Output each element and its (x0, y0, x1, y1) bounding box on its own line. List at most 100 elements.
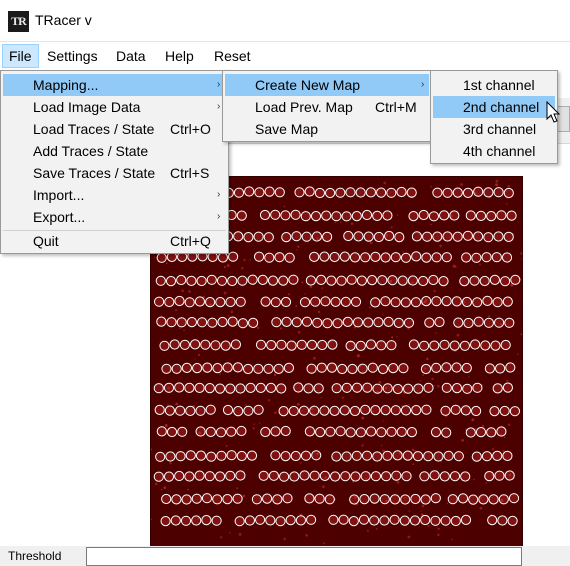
detected-spot (510, 274, 521, 285)
detected-spot (248, 317, 259, 328)
menu-item-3rd-channel[interactable]: 3rd channel (433, 118, 555, 140)
detected-spot (253, 363, 264, 374)
background-speckle (361, 416, 365, 420)
background-speckle (256, 326, 260, 330)
detected-spot (226, 426, 237, 437)
background-speckle (188, 290, 191, 293)
detected-spot (301, 316, 313, 327)
detected-spot (497, 515, 508, 526)
detected-spot (451, 383, 463, 394)
detected-spot (386, 426, 397, 437)
detected-spot (355, 187, 366, 198)
menu-item-add-traces[interactable]: Add Traces / State (3, 140, 226, 162)
detected-spot (331, 451, 342, 462)
detected-spot (508, 493, 520, 504)
detected-spot (281, 232, 292, 243)
menu-item-load-traces[interactable]: Load Traces / State Ctrl+O (3, 118, 226, 140)
threshold-input[interactable] (86, 547, 522, 566)
detected-spot (329, 405, 340, 416)
detected-spot (237, 318, 249, 329)
detected-spot (192, 363, 203, 374)
detected-spot (465, 210, 476, 221)
detected-spot (300, 450, 312, 461)
detected-spot (421, 252, 432, 263)
menu-item-export[interactable]: Export... › (3, 206, 226, 228)
detected-spot (315, 427, 326, 438)
menu-item-label: 3rd channel (463, 121, 537, 137)
detected-spot (191, 515, 202, 526)
background-speckle (361, 444, 364, 447)
detected-spot (504, 470, 515, 481)
menu-item-create-new-map[interactable]: Create New Map › (225, 74, 429, 96)
background-speckle (436, 384, 440, 388)
detected-spot (166, 317, 177, 328)
menu-item-1st-channel[interactable]: 1st channel (433, 74, 555, 96)
background-speckle (187, 488, 189, 491)
detected-spot (346, 274, 357, 285)
detected-spot (153, 383, 164, 394)
detected-spot (495, 363, 506, 374)
detected-spot (504, 317, 515, 328)
menu-item-load-image-data[interactable]: Load Image Data › (3, 96, 226, 118)
detected-spot (196, 275, 207, 287)
detected-spot (441, 252, 452, 263)
detected-spot (433, 451, 444, 462)
menu-item-quit[interactable]: Quit Ctrl+Q (3, 230, 226, 252)
detected-spot (473, 186, 484, 197)
menu-item-save-map[interactable]: Save Map (225, 118, 429, 140)
background-speckle (151, 518, 152, 521)
detected-spot (272, 494, 283, 505)
detected-spot (309, 405, 320, 416)
menu-data[interactable]: Data (110, 44, 152, 68)
menu-file[interactable]: File (2, 44, 39, 68)
background-speckle (279, 327, 282, 330)
menu-item-save-traces[interactable]: Save Traces / State Ctrl+S (3, 162, 226, 184)
detected-spot (440, 515, 451, 526)
menu-item-2nd-channel[interactable]: 2nd channel (433, 96, 555, 118)
detected-spot (255, 382, 266, 393)
detected-spot (255, 339, 267, 350)
background-speckle (369, 306, 371, 309)
detected-spot (420, 363, 432, 375)
detected-spot (174, 295, 185, 307)
detected-spot (215, 427, 227, 438)
detected-spot (453, 317, 464, 328)
detected-spot (316, 274, 327, 286)
background-speckle (175, 309, 178, 312)
menu-reset[interactable]: Reset (208, 44, 257, 68)
detected-spot (311, 450, 322, 461)
detected-spot (494, 470, 505, 481)
detected-spot (319, 470, 330, 481)
detected-spot (278, 275, 289, 286)
detected-spot (185, 450, 196, 461)
background-speckle (380, 444, 383, 447)
detected-spot (502, 382, 513, 393)
detected-spot (468, 494, 479, 505)
detected-spot (481, 451, 493, 462)
menu-item-4th-channel[interactable]: 4th channel (433, 140, 555, 162)
detected-spot (449, 210, 460, 221)
detected-spot (369, 515, 380, 526)
detected-spot (418, 209, 429, 221)
detected-spot (180, 515, 192, 526)
detected-spot (283, 362, 294, 373)
menu-item-mapping[interactable]: Mapping... › (3, 74, 226, 96)
background-speckle (243, 258, 246, 262)
detected-spot (483, 317, 494, 328)
background-speckle (163, 486, 167, 490)
menu-help[interactable]: Help (159, 44, 200, 68)
detected-spot (337, 363, 348, 375)
detected-spot (253, 404, 264, 415)
detected-spot (423, 382, 434, 393)
detected-spot (226, 450, 237, 461)
menu-settings[interactable]: Settings (41, 44, 104, 68)
background-speckle (430, 185, 432, 188)
detected-spot (305, 275, 316, 286)
menu-item-import[interactable]: Import... › (3, 184, 226, 206)
detected-spot (339, 405, 350, 416)
detected-spot (304, 426, 315, 437)
detected-spot (169, 339, 180, 350)
menu-item-load-prev-map[interactable]: Load Prev. Map Ctrl+M (225, 96, 429, 118)
detected-spot (439, 210, 450, 221)
detected-spot (465, 427, 476, 438)
